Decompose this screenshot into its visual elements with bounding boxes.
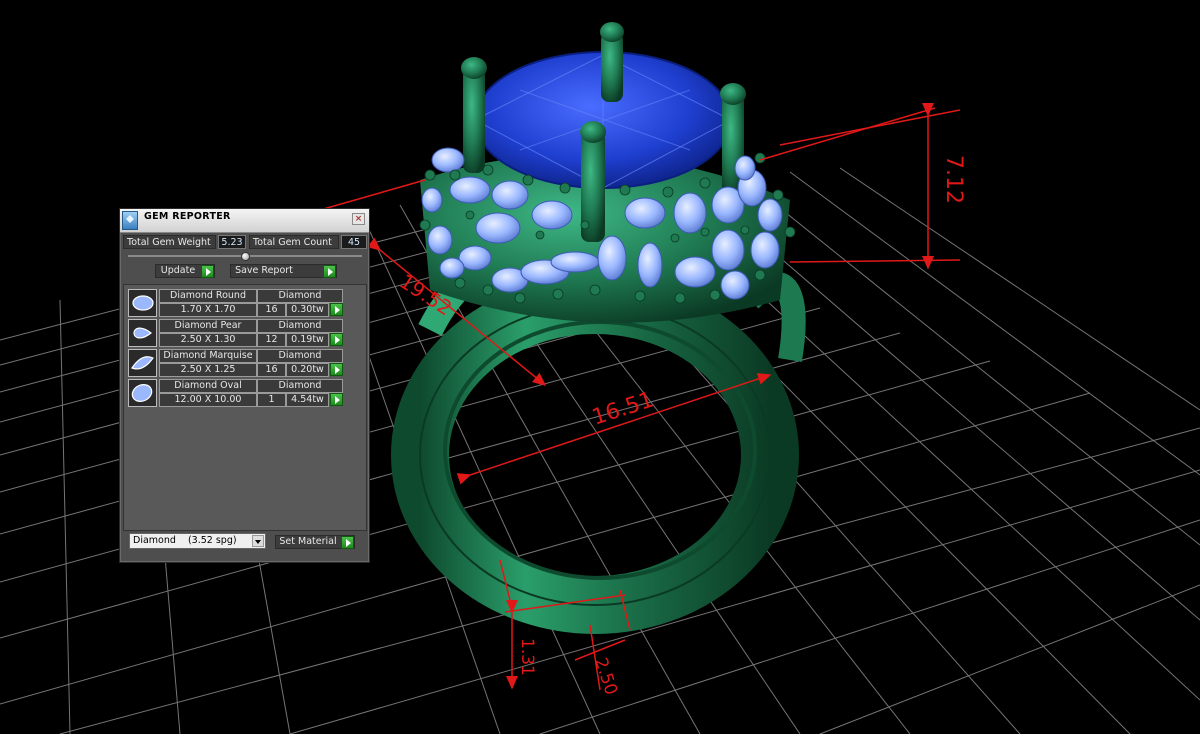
material-dropdown-value: Diamond (3.52 spg) (133, 535, 237, 546)
panel-titlebar[interactable]: GEM REPORTER × (120, 209, 369, 233)
save-report-arrow-icon (323, 265, 336, 278)
dim-height-label: 7.12 (941, 155, 966, 204)
gem-weight: 0.20tw (286, 363, 329, 377)
panel-slider-handle[interactable] (241, 252, 250, 261)
gem-row[interactable]: Diamond Round Diamond 1.70 X 1.70 16 0.3… (128, 289, 344, 317)
gem-material: Diamond (257, 379, 343, 393)
gem-row[interactable]: Diamond Pear Diamond 2.50 X 1.30 12 0.19… (128, 319, 344, 347)
gem-shape: Diamond Round (159, 289, 257, 303)
dim-shank-width-label: 2.50 (590, 655, 621, 697)
gem-select-arrow-icon[interactable] (330, 363, 343, 376)
save-report-button-label: Save Report (235, 265, 293, 276)
gem-count: 16 (257, 363, 286, 377)
gem-row[interactable]: Diamond Oval Diamond 12.00 X 10.00 1 4.5… (128, 379, 344, 407)
gem-material: Diamond (257, 349, 343, 363)
gem-list[interactable]: Diamond Round Diamond 1.70 X 1.70 16 0.3… (123, 284, 367, 531)
gem-count: 16 (257, 303, 286, 317)
save-report-button[interactable]: Save Report (230, 264, 337, 278)
gem-round-thumbnail (128, 289, 157, 317)
gem-marquise-thumbnail (128, 349, 157, 377)
gem-shape: Diamond Oval (159, 379, 257, 393)
gem-size: 12.00 X 10.00 (159, 393, 257, 407)
set-material-arrow-icon (341, 536, 354, 549)
close-button[interactable]: × (352, 213, 365, 225)
totals-row: Total Gem Weight 5.23 Total Gem Count 45 (123, 235, 367, 249)
dim-shank-thickness-label: 1.31 (517, 638, 537, 676)
gem-material: Diamond (257, 319, 343, 333)
gem-shape: Diamond Marquise (159, 349, 257, 363)
gem-weight: 0.30tw (286, 303, 329, 317)
gem-count: 12 (257, 333, 286, 347)
update-arrow-icon (201, 265, 214, 278)
gem-weight: 4.54tw (286, 393, 329, 407)
material-dropdown[interactable]: Diamond (3.52 spg) (129, 533, 266, 549)
set-material-button[interactable]: Set Material (275, 535, 355, 549)
gem-select-arrow-icon[interactable] (330, 303, 343, 316)
gem-shape: Diamond Pear (159, 319, 257, 333)
total-gem-weight-value: 5.23 (218, 235, 246, 249)
gem-reporter-panel: GEM REPORTER × Total Gem Weight 5.23 Tot… (119, 208, 370, 563)
update-button[interactable]: Update (155, 264, 215, 278)
total-gem-count-value: 45 (341, 235, 367, 249)
gem-material: Diamond (257, 289, 343, 303)
gem-select-arrow-icon[interactable] (330, 393, 343, 406)
gem-row[interactable]: Diamond Marquise Diamond 2.50 X 1.25 16 … (128, 349, 344, 377)
set-material-button-label: Set Material (279, 536, 337, 547)
total-gem-count-label: Total Gem Count (249, 235, 339, 249)
update-button-label: Update (160, 265, 196, 276)
gem-app-icon (122, 211, 138, 230)
gem-size: 2.50 X 1.30 (159, 333, 257, 347)
gem-select-arrow-icon[interactable] (330, 333, 343, 346)
gem-weight: 0.19tw (286, 333, 329, 347)
chevron-down-icon[interactable] (252, 535, 264, 547)
total-gem-weight-label: Total Gem Weight (123, 235, 216, 249)
gem-pear-thumbnail (128, 319, 157, 347)
gem-count: 1 (257, 393, 286, 407)
gem-size: 1.70 X 1.70 (159, 303, 257, 317)
gem-size: 2.50 X 1.25 (159, 363, 257, 377)
gem-oval-thumbnail (128, 379, 157, 407)
panel-title: GEM REPORTER (144, 211, 231, 222)
